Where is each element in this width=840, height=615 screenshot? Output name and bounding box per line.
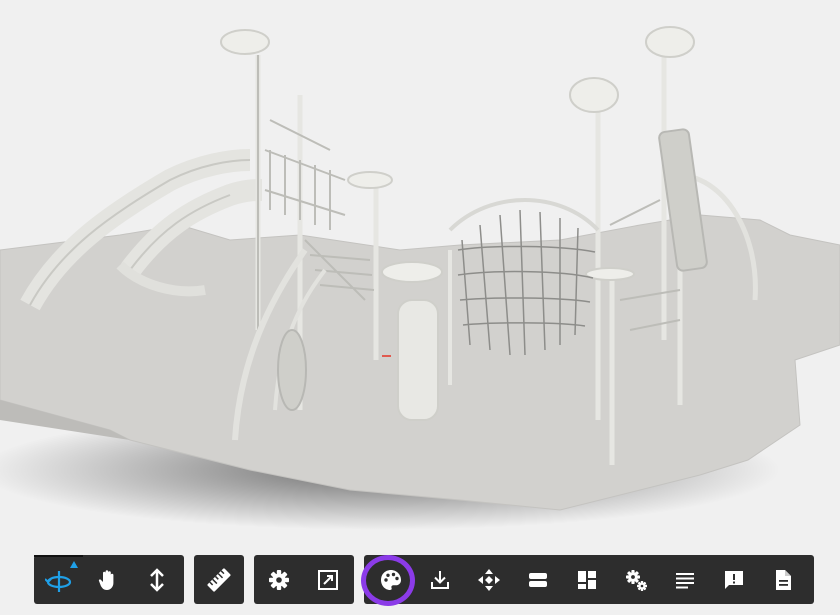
document-button[interactable] <box>758 555 807 604</box>
orbit-icon <box>44 570 71 592</box>
settings-gear-icon <box>268 569 289 590</box>
3d-viewport[interactable] <box>0 0 840 540</box>
properties-list-icon <box>675 572 694 588</box>
orbit-button[interactable] <box>34 555 83 604</box>
document-icon <box>775 569 791 590</box>
navigation-toolbar <box>34 555 184 604</box>
zoom-dolly-icon <box>149 567 164 592</box>
pan-hand-icon <box>98 569 113 590</box>
fullscreen-button[interactable] <box>303 555 352 604</box>
ruler-icon <box>206 567 231 592</box>
view-toolbar <box>254 555 354 604</box>
fullscreen-icon <box>317 569 338 590</box>
palette-icon <box>380 569 401 590</box>
tools-toolbar <box>364 555 814 604</box>
materials-button[interactable] <box>366 555 415 604</box>
measure-toolbar <box>194 555 244 604</box>
advanced-settings-icon <box>625 569 647 591</box>
feedback-icon <box>724 570 743 589</box>
measure-button[interactable] <box>194 555 243 604</box>
section-planes-icon <box>528 572 547 587</box>
settings-button[interactable] <box>254 555 303 604</box>
explode-move-icon <box>477 568 500 591</box>
active-tool-indicator <box>70 561 78 568</box>
download-button[interactable] <box>415 555 464 604</box>
explode-button[interactable] <box>464 555 513 604</box>
zoom-button[interactable] <box>132 555 181 604</box>
advanced-settings-button[interactable] <box>611 555 660 604</box>
section-button[interactable] <box>513 555 562 604</box>
download-icon <box>430 570 449 589</box>
feedback-button[interactable] <box>709 555 758 604</box>
model-browser-button[interactable] <box>562 555 611 604</box>
model-browser-icon <box>577 570 596 589</box>
pan-button[interactable] <box>83 555 132 604</box>
properties-button[interactable] <box>660 555 709 604</box>
